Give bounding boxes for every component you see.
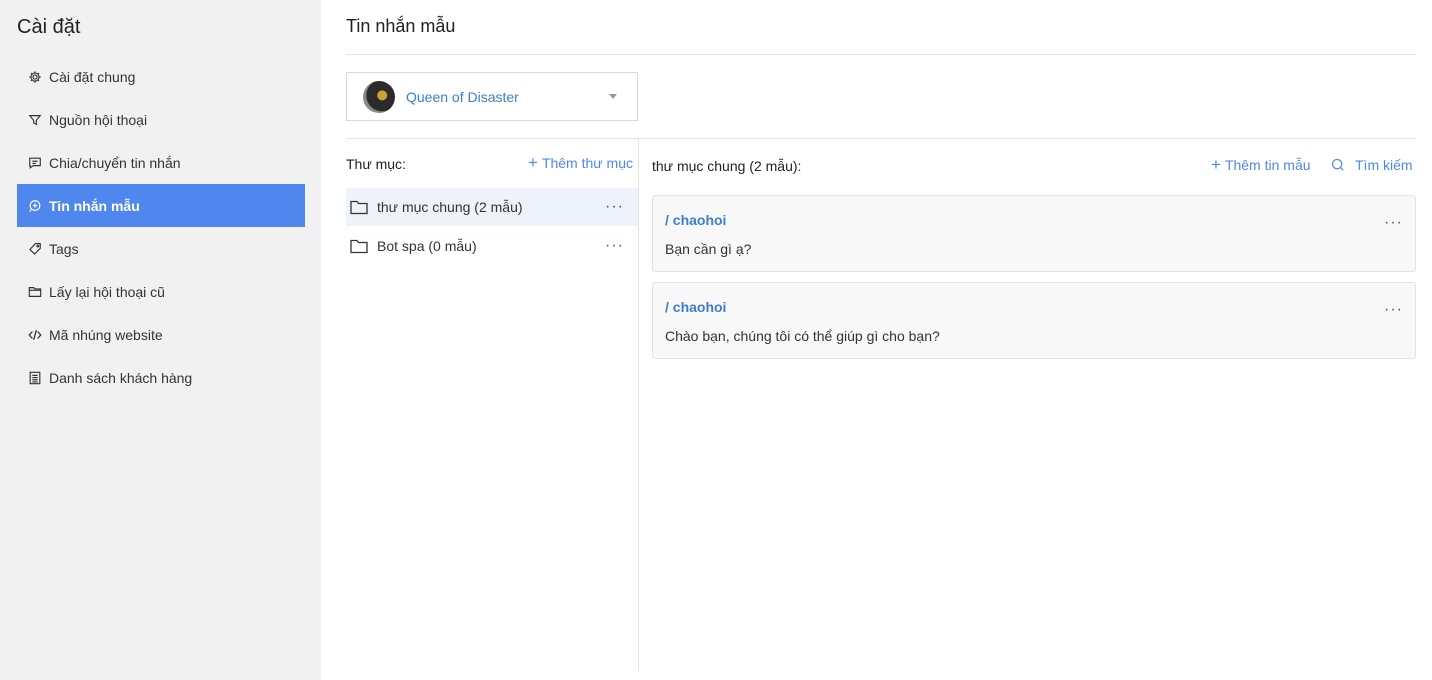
selected-page-name: Queen of Disaster: [406, 88, 519, 105]
template-text: Chào bạn, chúng tôi có thể giúp gì cho b…: [665, 328, 940, 344]
gear-icon: [27, 69, 43, 85]
sidebar-title: Cài đặt: [17, 16, 81, 38]
folder-item[interactable]: thư mục chung (2 mẫu) ···: [346, 188, 638, 226]
template-text: Bạn cần gì ạ?: [665, 241, 752, 257]
tag-icon: [27, 241, 43, 257]
sidebar-item-label: Nguồn hội thoại: [49, 111, 148, 128]
settings-sidebar: Cài đặt Cài đặt chung Nguồn hội thoại Ch…: [0, 0, 321, 680]
more-options-icon[interactable]: ···: [605, 237, 624, 255]
sidebar-item-label: Danh sách khách hàng: [49, 369, 193, 386]
add-template-button[interactable]: + Thêm tin mẫu: [1211, 155, 1311, 174]
folder-item[interactable]: Bot spa (0 mẫu) ···: [346, 227, 638, 265]
code-icon: [27, 327, 43, 343]
filter-icon: [27, 112, 43, 128]
template-message-icon: [27, 198, 43, 214]
sidebar-item-label: Tags: [49, 240, 79, 257]
plus-icon: +: [528, 153, 538, 172]
avatar: [363, 80, 395, 113]
more-options-icon[interactable]: ···: [1384, 214, 1403, 232]
sidebar-item-conversation-sources[interactable]: Nguồn hội thoại: [17, 98, 305, 141]
page-select-dropdown[interactable]: Queen of Disaster: [346, 72, 638, 121]
add-folder-label: Thêm thư mục: [541, 155, 633, 171]
plus-icon: +: [1211, 155, 1221, 174]
sidebar-item-website-embed-code[interactable]: Mã nhúng website: [17, 313, 305, 356]
settings-nav: Cài đặt chung Nguồn hội thoại Chia/chuyể…: [17, 55, 305, 399]
folder-name: Bot spa (0 mẫu): [377, 238, 477, 254]
folder-icon: [350, 200, 368, 214]
search-label: Tìm kiếm: [1355, 157, 1413, 173]
sidebar-item-label: Mã nhúng website: [49, 326, 163, 343]
folder-icon: [350, 239, 368, 253]
sidebar-item-message-routing[interactable]: Chia/chuyển tin nhắn: [17, 141, 305, 184]
sidebar-item-customer-list[interactable]: Danh sách khách hàng: [17, 356, 305, 399]
add-template-label: Thêm tin mẫu: [1224, 157, 1311, 173]
folder-name: thư mục chung (2 mẫu): [377, 199, 523, 215]
sidebar-item-label: Chia/chuyển tin nhắn: [49, 154, 181, 171]
divider: [346, 54, 1416, 55]
search-icon: [1331, 158, 1344, 171]
sidebar-item-restore-conversations[interactable]: Lấy lại hội thoại cũ: [17, 270, 305, 313]
template-card[interactable]: / chaohoi Bạn cần gì ạ? ···: [652, 195, 1416, 272]
sidebar-item-tags[interactable]: Tags: [17, 227, 305, 270]
template-shortcut: / chaohoi: [665, 299, 727, 315]
search-button[interactable]: Tìm kiếm: [1331, 157, 1413, 173]
more-options-icon[interactable]: ···: [1384, 301, 1403, 319]
sidebar-item-template-messages[interactable]: Tin nhắn mẫu: [17, 184, 305, 227]
divider: [346, 138, 1416, 139]
sidebar-item-label: Tin nhắn mẫu: [49, 197, 140, 214]
more-options-icon[interactable]: ···: [605, 198, 624, 216]
folders-label: Thư mục:: [346, 156, 406, 172]
sidebar-item-label: Cài đặt chung: [49, 68, 136, 85]
template-card[interactable]: / chaohoi Chào bạn, chúng tôi có thể giú…: [652, 282, 1416, 359]
templates-header: thư mục chung (2 mẫu):: [652, 158, 802, 174]
template-shortcut: / chaohoi: [665, 212, 727, 228]
list-icon: [27, 370, 43, 386]
sidebar-item-label: Lấy lại hội thoại cũ: [49, 283, 165, 300]
caret-down-icon: [609, 94, 617, 99]
add-folder-button[interactable]: + Thêm thư mục: [528, 153, 633, 172]
panel-divider: [638, 139, 639, 671]
page-title: Tin nhắn mẫu: [346, 16, 456, 36]
message-icon: [27, 155, 43, 171]
folder-icon: [27, 284, 43, 300]
sidebar-item-general-settings[interactable]: Cài đặt chung: [17, 55, 305, 98]
